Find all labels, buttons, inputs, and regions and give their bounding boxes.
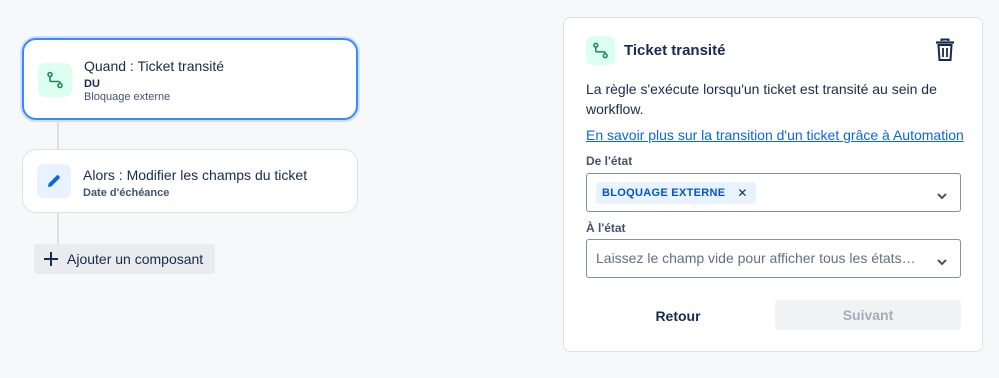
- pencil-icon: [37, 164, 71, 198]
- trigger-status-value: Bloquage externe: [84, 91, 171, 103]
- trigger-text: Quand : Ticket transité DU Bloquage exte…: [84, 58, 224, 103]
- action-text: Alors : Modifier les champs du ticket Da…: [83, 167, 307, 199]
- learn-more-link[interactable]: En savoir plus sur la transition d'un ti…: [586, 127, 964, 143]
- add-component-button[interactable]: Ajouter un composant: [34, 244, 215, 274]
- chevron-down-icon: [936, 188, 948, 206]
- plus-icon: [42, 250, 60, 268]
- automation-rule-editor: Quand : Ticket transité DU Bloquage exte…: [0, 0, 999, 378]
- to-status-select[interactable]: Laissez le champ vide pour afficher tous…: [586, 239, 961, 278]
- action-card[interactable]: Alors : Modifier les champs du ticket Da…: [22, 149, 358, 213]
- transition-icon: [38, 63, 72, 97]
- trigger-from-label: DU: [84, 78, 100, 90]
- chevron-down-icon: [936, 254, 948, 272]
- flow-connector-bottom: [57, 213, 59, 244]
- remove-tag-icon[interactable]: ✕: [737, 186, 747, 200]
- trash-icon[interactable]: [934, 38, 956, 67]
- action-title: Alors : Modifier les champs du ticket: [83, 167, 308, 183]
- back-button[interactable]: Retour: [634, 301, 722, 331]
- panel-description: La règle s'exécute lorsqu'un ticket est …: [586, 81, 937, 117]
- to-status-label: À l'état: [586, 221, 626, 235]
- status-tag-label: BLOQUAGE EXTERNE: [602, 187, 726, 199]
- add-component-label: Ajouter un composant: [67, 251, 204, 267]
- from-status-label: De l'état: [586, 154, 633, 168]
- action-field: Date d'échéance: [83, 187, 170, 199]
- panel-title: Ticket transité: [624, 42, 726, 59]
- from-status-select[interactable]: BLOQUAGE EXTERNE ✕: [586, 173, 961, 212]
- next-button[interactable]: Suivant: [775, 300, 961, 330]
- to-status-placeholder: Laissez le champ vide pour afficher tous…: [596, 250, 916, 266]
- transition-icon: [586, 36, 615, 65]
- trigger-config-panel: Ticket transité La règle s'exécute lorsq…: [563, 17, 983, 352]
- status-tag: BLOQUAGE EXTERNE ✕: [596, 182, 756, 204]
- flow-connector-top: [57, 120, 59, 149]
- trigger-title: Quand : Ticket transité: [84, 58, 225, 74]
- trigger-card[interactable]: Quand : Ticket transité DU Bloquage exte…: [22, 38, 358, 120]
